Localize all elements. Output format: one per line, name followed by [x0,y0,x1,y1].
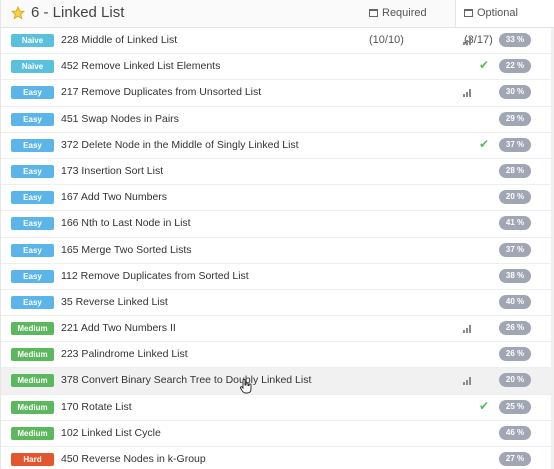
difficulty-badge: Easy [11,295,54,309]
acceptance-rate-badge: 26 % [499,347,531,362]
difficulty-badge: Easy [11,269,54,283]
problem-row[interactable]: Easy 217 Remove Duplicates from Unsorted … [1,80,554,107]
problem-row[interactable]: Easy 167 Add Two Numbers 20 % [1,185,554,212]
difficulty-badge: Easy [11,86,54,100]
acceptance-rate-badge: 41 % [499,216,531,231]
difficulty-badge: Naive [11,34,54,47]
acceptance-rate-badge: 28 % [499,163,531,178]
acceptance-rate-badge: 22 % [499,59,531,74]
difficulty-badge: Easy [11,164,54,178]
tab-required[interactable]: Required (10/10) [361,0,453,46]
problem-title-link[interactable]: 35 Reverse Linked List [61,296,168,308]
problem-title-link[interactable]: 102 Linked List Cycle [61,427,161,439]
problem-row[interactable]: Easy 112 Remove Duplicates from Sorted Li… [1,264,554,290]
difficulty-badge: Naive [11,60,54,74]
problem-title-link[interactable]: 173 Insertion Sort List [61,165,163,177]
difficulty-badge: Easy [11,243,54,257]
problem-list-panel: 6 - Linked List Required (10/10) Optiona… [0,0,554,469]
acceptance-rate-badge: 33 % [499,33,531,47]
problem-row[interactable]: Medium 221 Add Two Numbers II 26 % [1,316,554,343]
problem-row[interactable]: Easy 372 Delete Node in the Middle of Sin… [1,133,554,159]
acceptance-rate-badge: 25 % [499,399,531,414]
problem-title-link[interactable]: 217 Remove Duplicates from Unsorted List [61,86,261,98]
problem-title-link[interactable]: 167 Add Two Numbers [61,191,167,203]
problem-row[interactable]: Naive 228 Middle of Linked List 33 % [1,28,554,55]
difficulty-badge: Medium [11,426,54,440]
difficulty-badge: Easy [11,217,54,231]
problem-title-link[interactable]: 378 Convert Binary Search Tree to Doubly… [61,374,311,386]
difficulty-badge: Medium [11,322,54,336]
difficulty-badge: Medium [11,374,54,388]
hand-cursor-icon [239,378,252,394]
acceptance-rate-badge: 38 % [499,268,531,283]
acceptance-rate-badge: 26 % [499,321,531,336]
acceptance-rate-badge: 20 % [499,373,531,388]
signal-bars-icon [463,89,471,98]
acceptance-rate-badge: 37 % [499,137,531,152]
problem-row[interactable]: Medium 102 Linked List Cycle 46 % [1,421,554,447]
check-icon: ✔ [479,58,490,73]
signal-bars-icon [463,377,471,386]
problem-row[interactable]: Easy 173 Insertion Sort List 28 % [1,159,554,186]
star-icon[interactable] [11,6,25,20]
difficulty-badge: Medium [11,348,54,362]
problem-row[interactable]: Easy 166 Nth to Last Node in List 41 % [1,211,554,238]
difficulty-badge: Medium [11,400,54,414]
problem-title-link[interactable]: 170 Rotate List [61,401,132,413]
problem-row[interactable]: Easy 451 Swap Nodes in Pairs 29 % [1,107,554,133]
acceptance-rate-badge: 46 % [499,425,531,440]
problem-list: Naive 228 Middle of Linked List 33 % Naive 4… [1,28,554,469]
problem-row[interactable]: Medium 223 Palindrome Linked List 26 % [1,342,554,369]
section-header: 6 - Linked List Required (10/10) Optiona… [1,0,554,46]
problem-row[interactable]: Naive 452 Remove Linked List Elements ✔ 22 … [1,54,554,81]
tab-optional[interactable]: Optional (3/17) [455,0,554,46]
problem-title-link[interactable]: 450 Reverse Nodes in k-Group [61,453,206,465]
acceptance-rate-badge: 29 % [499,111,531,126]
problem-row[interactable]: Medium 378 Convert Binary Search Tree to … [1,368,554,395]
problem-title-link[interactable]: 372 Delete Node in the Middle of Singly … [61,139,299,151]
problem-title-link[interactable]: 228 Middle of Linked List [61,34,177,46]
problem-title-link[interactable]: 451 Swap Nodes in Pairs [61,113,179,125]
section-title: 6 - Linked List [31,4,125,21]
problem-title-link[interactable]: 165 Merge Two Sorted Lists [61,244,192,256]
problem-title-link[interactable]: 166 Nth to Last Node in List [61,217,191,229]
problem-title-link[interactable]: 452 Remove Linked List Elements [61,60,220,72]
check-icon: ✔ [479,398,490,413]
difficulty-badge: Easy [11,138,54,152]
list-icon [369,9,378,17]
acceptance-rate-badge: 27 % [499,452,531,466]
difficulty-badge: Easy [11,112,54,126]
acceptance-rate-badge: 37 % [499,242,531,257]
difficulty-badge: Easy [11,191,54,205]
problem-row[interactable]: Easy 35 Reverse Linked List 40 % [1,290,554,317]
signal-bars-icon [463,325,471,334]
problem-row[interactable]: Easy 165 Merge Two Sorted Lists 37 % [1,238,554,264]
check-icon: ✔ [479,136,490,151]
acceptance-rate-badge: 40 % [499,294,531,309]
list-icon [464,9,473,17]
acceptance-rate-badge: 20 % [499,190,531,205]
signal-bars-icon [463,37,471,45]
problem-title-link[interactable]: 221 Add Two Numbers II [61,322,176,334]
difficulty-badge: Hard [11,453,54,466]
problem-row[interactable]: Medium 170 Rotate List ✔ 25 % [1,395,554,421]
acceptance-rate-badge: 30 % [499,85,531,100]
problem-row[interactable]: Hard 450 Reverse Nodes in k-Group 27 % [1,447,554,469]
problem-title-link[interactable]: 223 Palindrome Linked List [61,348,188,360]
problem-title-link[interactable]: 112 Remove Duplicates from Sorted List [61,270,249,282]
